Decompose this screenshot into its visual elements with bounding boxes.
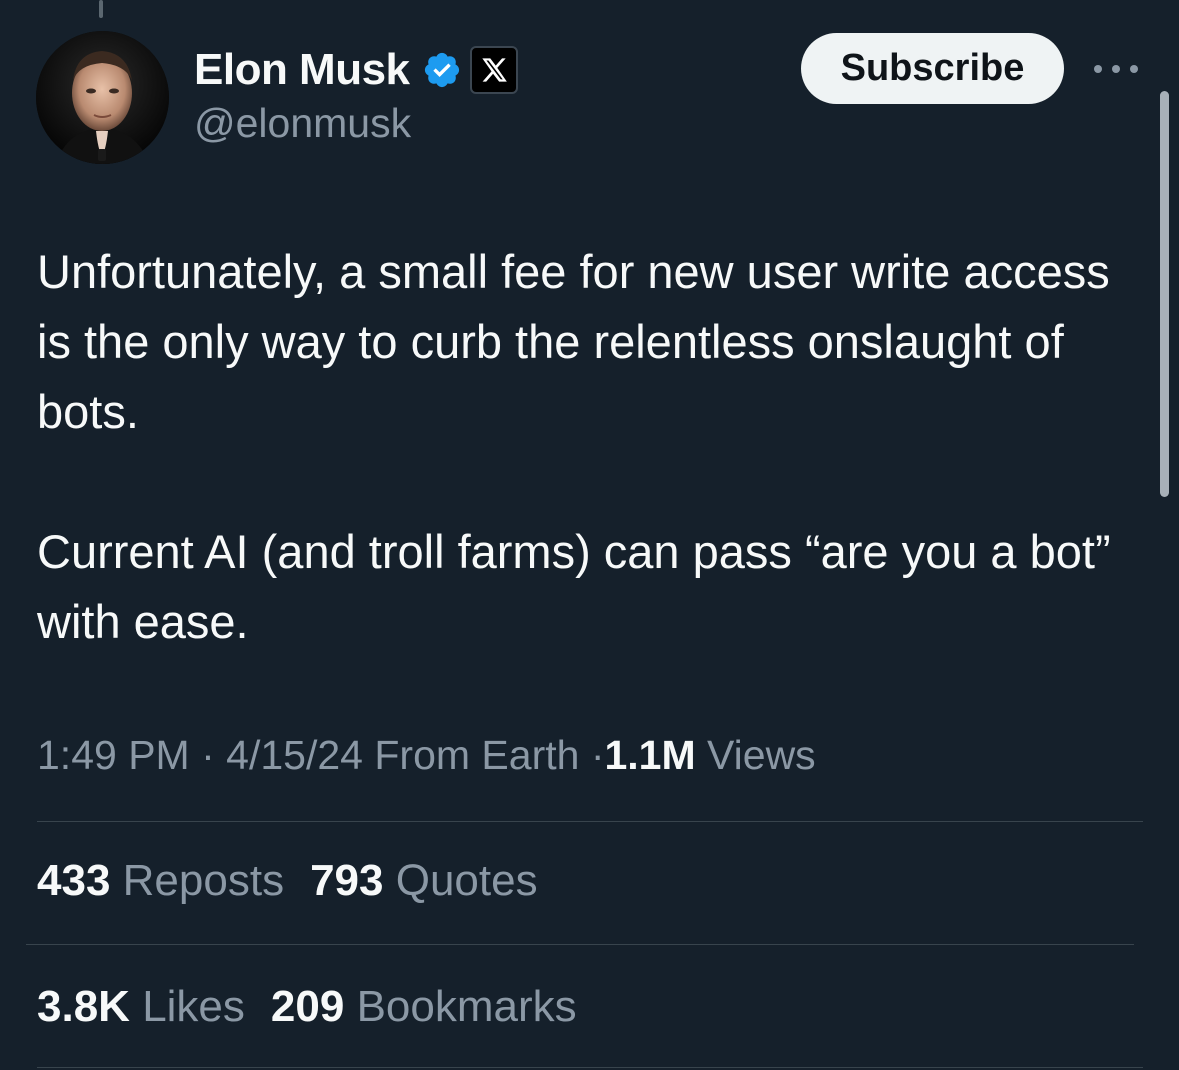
views-count[interactable]: 1.1M [604, 732, 695, 778]
tweet-paragraph: Unfortunately, a small fee for new user … [37, 245, 1110, 438]
more-options-icon[interactable] [1094, 54, 1138, 84]
views-label: Views [707, 732, 816, 778]
tweet-date[interactable]: 4/15/24 [226, 732, 363, 778]
author-handle[interactable]: @elonmusk [194, 100, 411, 147]
quotes-label: Quotes [395, 856, 538, 905]
reposts-label: Reposts [122, 856, 285, 905]
quotes-count: 793 [310, 856, 384, 905]
likes-count: 3.8K [37, 982, 130, 1031]
verified-badge-icon[interactable] [422, 50, 462, 90]
likes-stat[interactable]: 3.8K Likes [37, 982, 245, 1031]
tweet-time[interactable]: 1:49 PM [37, 732, 190, 778]
tweet-source: From Earth [374, 732, 580, 778]
tweet-paragraph: Current AI (and troll farms) can pass “a… [37, 525, 1111, 648]
scrollbar[interactable] [1160, 91, 1169, 497]
bookmarks-count: 209 [270, 982, 345, 1031]
meta-separator: · [201, 732, 215, 778]
reposts-stat[interactable]: 433 Reposts [37, 856, 284, 905]
quotes-stat[interactable]: 793 Quotes [310, 856, 538, 905]
author-name-row: Elon Musk [194, 44, 518, 96]
tweet-text: Unfortunately, a small fee for new user … [37, 237, 1127, 657]
x-affiliation-icon[interactable] [469, 46, 518, 94]
bookmarks-stat[interactable]: 209 Bookmarks [271, 982, 577, 1031]
tweet-meta: 1:49 PM · 4/15/24 From Earth ·1.1M Views [37, 732, 816, 779]
engagement-row-1: 433 Reposts 793 Quotes [37, 856, 538, 906]
likes-label: Likes [142, 982, 245, 1031]
engagement-row-2: 3.8K Likes 209 Bookmarks [37, 982, 577, 1032]
subscribe-button[interactable]: Subscribe [801, 33, 1064, 104]
author-name[interactable]: Elon Musk [194, 45, 410, 95]
bookmarks-label: Bookmarks [356, 982, 577, 1031]
reposts-count: 433 [37, 856, 111, 905]
meta-separator: · [590, 732, 605, 778]
tweet-detail-page: Elon Musk @elonmusk Subscribe Unfortunat… [0, 0, 1179, 1070]
divider [37, 821, 1143, 822]
divider [26, 944, 1134, 945]
divider [37, 1067, 1143, 1068]
avatar[interactable] [36, 31, 169, 164]
thread-connector [99, 0, 103, 18]
avatar-image [36, 31, 169, 164]
